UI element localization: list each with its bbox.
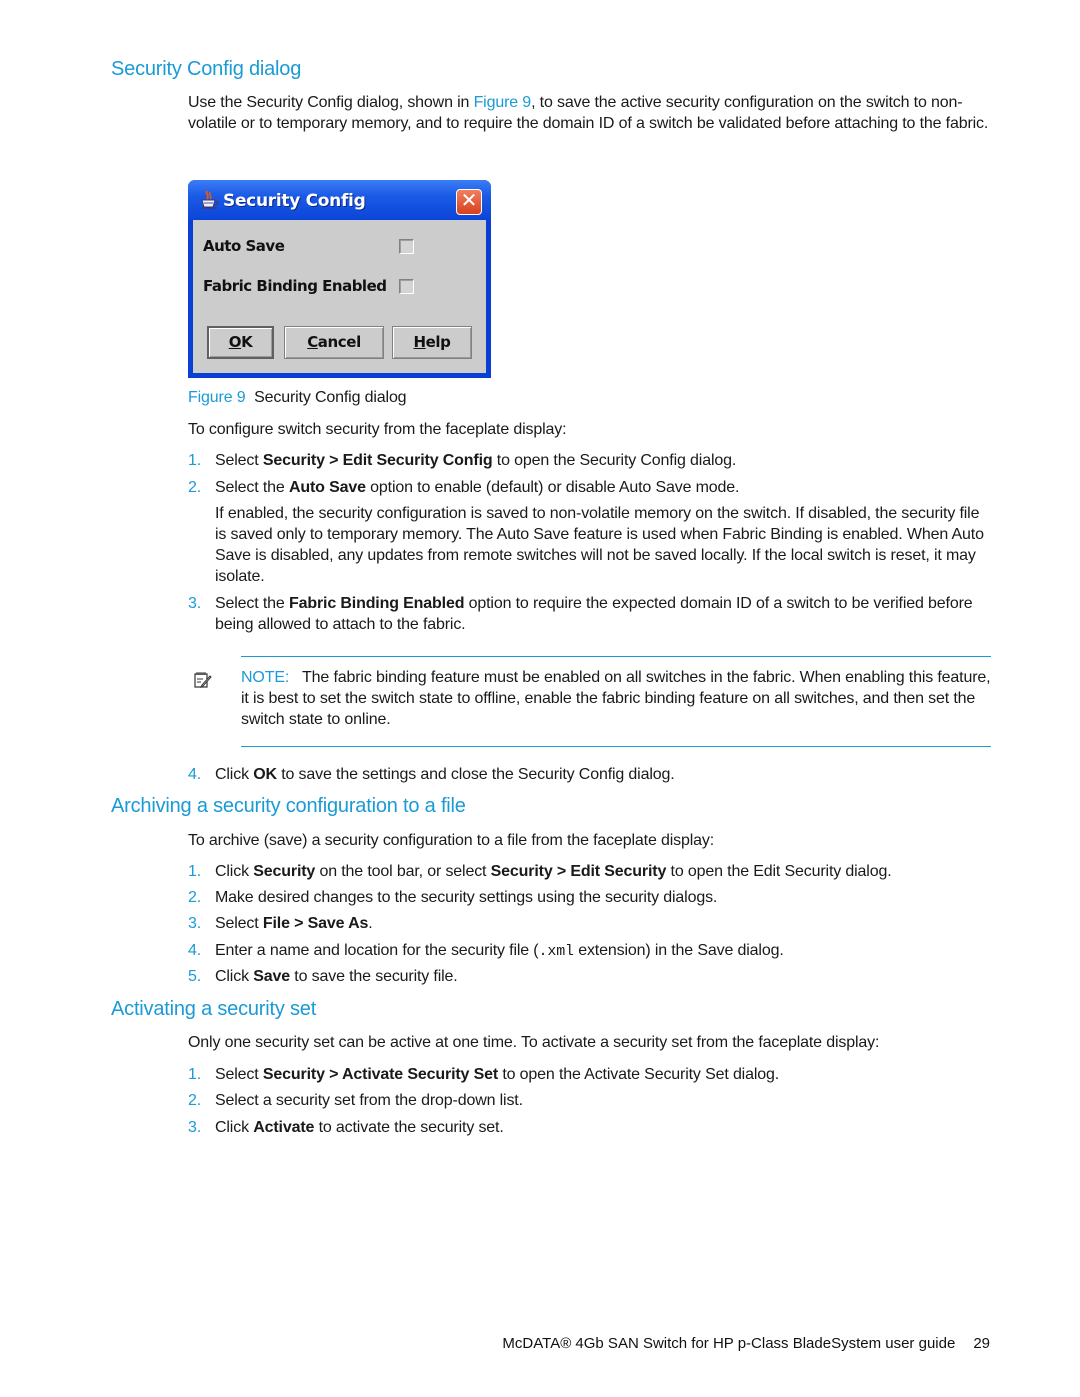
menu-path: File > Save As	[262, 915, 369, 932]
java-coffee-cup-icon	[201, 190, 219, 209]
step-text: to open the Edit Security dialog.	[666, 863, 892, 880]
fabric-binding-enabled-label: Fabric Binding Enabled	[203, 277, 387, 295]
step-number: 3.	[188, 595, 202, 612]
auto-save-checkbox[interactable]	[399, 239, 414, 254]
figure-caption-label: Figure 9	[188, 389, 246, 406]
ok-button[interactable]: OK	[207, 326, 274, 359]
cancel-label-rest: ancel	[317, 333, 361, 351]
toolbar-item: Security	[253, 863, 316, 880]
file-extension-code: .xml	[538, 943, 575, 960]
step-text: to open the Security Config dialog.	[492, 452, 737, 469]
step-number: 5.	[188, 968, 202, 985]
section1-step-3: 3. Select the Fabric Binding Enabled opti…	[188, 593, 988, 635]
step-number: 4.	[188, 766, 202, 783]
step-text: Select	[215, 1066, 263, 1083]
section2-step-4: 4. Enter a name and location for the secu…	[188, 940, 988, 962]
step-2-detail: If enabled, the security configuration i…	[215, 505, 984, 585]
ok-label-rest: K	[241, 333, 253, 351]
intro-paragraph: Use the Security Config dialog, shown in…	[188, 92, 998, 134]
section1-step-2: 2. Select the Auto Save option to enable …	[188, 477, 988, 498]
note-label: NOTE:	[241, 669, 290, 686]
step-text: Select the	[215, 595, 289, 612]
step-text: Select the	[215, 479, 289, 496]
menu-path: Security > Edit Security	[490, 863, 667, 880]
note-bottom-rule	[241, 746, 991, 747]
button-name: Save	[253, 968, 290, 985]
step-number: 3.	[188, 1119, 202, 1136]
button-name: Activate	[253, 1119, 315, 1136]
note-top-rule	[241, 656, 991, 657]
step-text: to save the settings and close the Secur…	[276, 766, 675, 783]
section2-step-5: 5. Click Save to save the security file.	[188, 966, 988, 987]
step-text: Click	[215, 968, 254, 985]
step-number: 2.	[188, 479, 202, 496]
option-name: Auto Save	[288, 479, 366, 496]
step-text: Make desired changes to the security set…	[215, 889, 718, 906]
figure-caption: Figure 9 Security Config dialog	[188, 387, 998, 408]
button-name: OK	[253, 766, 277, 783]
ok-mnemonic: O	[228, 333, 242, 351]
security-config-dialog: Security Config ✕ Auto Save Fabric Bindi…	[188, 180, 491, 378]
step-text: option to enable (default) or disable Au…	[365, 479, 740, 496]
section3-step-3: 3. Click Activate to activate the securit…	[188, 1117, 988, 1138]
step-text: Click	[215, 766, 254, 783]
fabric-binding-enabled-checkbox[interactable]	[399, 279, 414, 294]
section-heading-security-config: Security Config dialog	[111, 58, 302, 80]
step-text: to activate the security set.	[314, 1119, 504, 1136]
dialog-title-bar: Security Config ✕	[188, 180, 491, 220]
step-number: 1.	[188, 1066, 202, 1083]
cancel-mnemonic: C	[307, 333, 318, 351]
dialog-title: Security Config	[223, 191, 366, 211]
dialog-close-button[interactable]: ✕	[456, 189, 482, 215]
step-number: 2.	[188, 889, 202, 906]
close-icon: ✕	[460, 190, 478, 212]
step-text: Click	[215, 1119, 254, 1136]
menu-path: Security > Activate Security Set	[262, 1066, 499, 1083]
section1-step-1: 1. Select Security > Edit Security Config…	[188, 450, 988, 471]
step-number: 3.	[188, 915, 202, 932]
section1-step-4: 4. Click OK to save the settings and clos…	[188, 764, 988, 785]
section3-lead: Only one security set can be active at o…	[188, 1034, 880, 1051]
step-number: 1.	[188, 452, 202, 469]
dialog-body: Auto Save Fabric Binding Enabled OK Canc…	[193, 220, 486, 373]
auto-save-label: Auto Save	[203, 237, 285, 255]
page-footer: McDATA® 4Gb SAN Switch for HP p-Class Bl…	[502, 1335, 990, 1352]
page-number: 29	[973, 1335, 990, 1352]
step-text: extension) in the Save dialog.	[573, 942, 784, 959]
section2-step-1: 1. Click Security on the tool bar, or sel…	[188, 861, 988, 882]
step-text: to open the Activate Security Set dialog…	[498, 1066, 780, 1083]
section2-step-3: 3. Select File > Save As.	[188, 913, 988, 934]
step-number: 1.	[188, 863, 202, 880]
section1-lead: To configure switch security from the fa…	[188, 421, 567, 438]
section2-step-2: 2. Make desired changes to the security s…	[188, 887, 988, 908]
step-text: Enter a name and location for the securi…	[215, 942, 539, 959]
section-heading-archiving: Archiving a security configuration to a …	[111, 795, 466, 817]
step-text: .	[368, 915, 373, 932]
footer-title: McDATA® 4Gb SAN Switch for HP p-Class Bl…	[502, 1335, 956, 1352]
step-text: Select a security set from the drop-down…	[215, 1092, 523, 1109]
section3-step-1: 1. Select Security > Activate Security Se…	[188, 1064, 988, 1085]
help-mnemonic: H	[413, 333, 426, 351]
step-number: 2.	[188, 1092, 202, 1109]
step-text: Select	[215, 915, 263, 932]
section3-step-2: 2. Select a security set from the drop-do…	[188, 1090, 988, 1111]
note-text: The fabric binding feature must be enabl…	[241, 669, 991, 728]
step-text: Click	[215, 863, 254, 880]
option-name: Fabric Binding Enabled	[288, 595, 465, 612]
figure-9-link[interactable]: Figure 9	[474, 94, 532, 111]
note-pad-icon	[194, 672, 212, 689]
step-number: 4.	[188, 942, 202, 959]
intro-text: Use the Security Config dialog, shown in	[188, 94, 474, 111]
step-text: Select	[215, 452, 263, 469]
menu-path: Security > Edit Security Config	[262, 452, 493, 469]
section-heading-activating: Activating a security set	[111, 998, 317, 1020]
section2-lead: To archive (save) a security configurati…	[188, 832, 715, 849]
figure-caption-text: Security Config dialog	[254, 389, 407, 406]
help-label-rest: elp	[425, 333, 451, 351]
help-button[interactable]: Help	[392, 326, 472, 359]
step-text: to save the security file.	[290, 968, 458, 985]
step-text: on the tool bar, or select	[315, 863, 491, 880]
note: NOTE: The fabric binding feature must be…	[241, 667, 991, 730]
cancel-button[interactable]: Cancel	[284, 326, 384, 359]
